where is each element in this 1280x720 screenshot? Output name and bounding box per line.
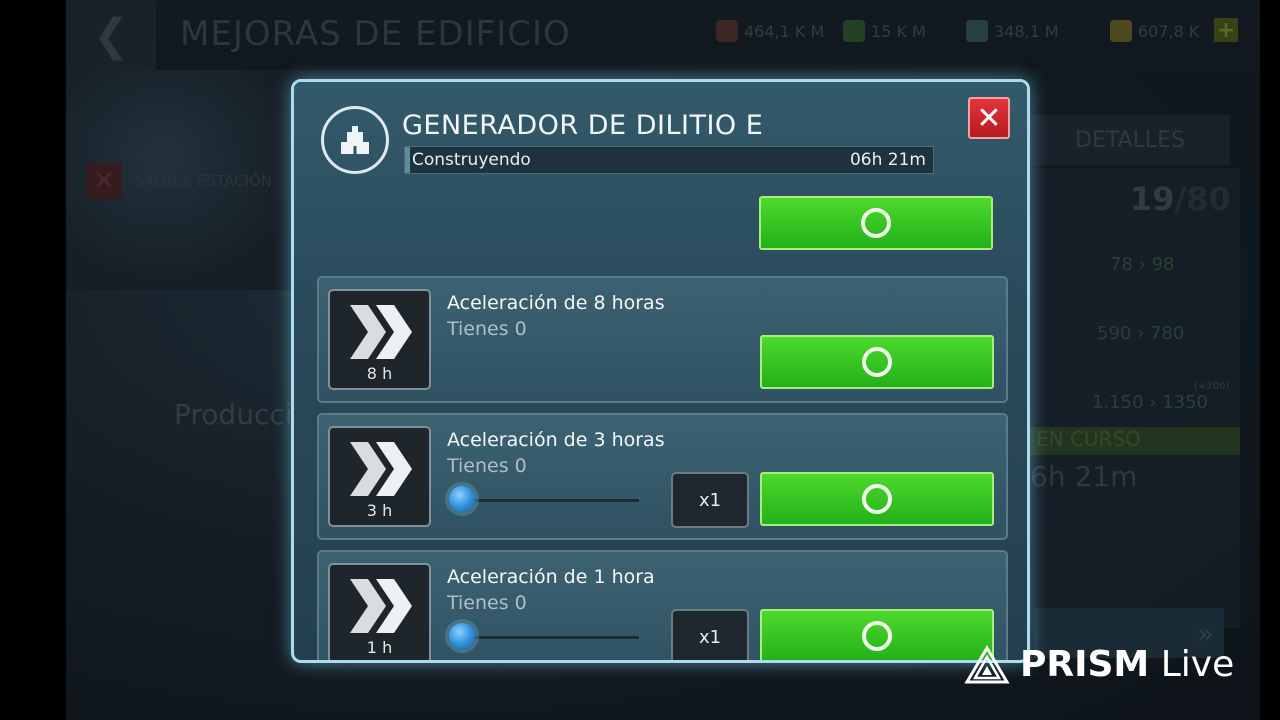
use-speedup-button[interactable] — [760, 335, 994, 389]
item-owned: Tienes 0 — [447, 318, 527, 340]
watermark-suffix: Live — [1160, 644, 1235, 685]
speedup-tile: 3 h — [328, 426, 431, 527]
tile-duration: 3 h — [366, 501, 393, 520]
item-owned: Tienes 0 — [447, 455, 527, 477]
build-progress-bar: Construyendo 06h 21m — [404, 146, 934, 174]
quantity-slider[interactable] — [447, 622, 639, 650]
slider-track — [459, 499, 639, 502]
speedup-tile: 8 h — [328, 289, 431, 390]
double-chevron-icon — [350, 442, 412, 496]
dialog-header: GENERADOR DE DILITIO E Construyendo 06h … — [294, 82, 1027, 268]
watermark-brand: PRISM — [1020, 644, 1150, 685]
speedup-dialog: GENERADOR DE DILITIO E Construyendo 06h … — [291, 79, 1030, 663]
building-icon — [321, 106, 389, 174]
list-item: 8 h Aceleración de 8 horas Tienes 0 — [317, 276, 1008, 403]
progress-label: Construyendo — [412, 150, 531, 170]
double-chevron-icon — [350, 305, 412, 359]
slider-track — [459, 636, 639, 639]
speedup-list: 8 h Aceleración de 8 horas Tienes 0 3 h … — [294, 268, 1027, 660]
item-name: Aceleración de 8 horas — [447, 292, 665, 314]
loading-ring-icon — [862, 484, 892, 514]
prism-live-watermark: PRISM Live — [964, 644, 1234, 685]
close-icon: ✕ — [976, 100, 1002, 136]
loading-ring-icon — [861, 208, 891, 238]
item-name: Aceleración de 3 horas — [447, 429, 665, 451]
close-button[interactable]: ✕ — [968, 97, 1010, 139]
use-speedup-button[interactable] — [760, 609, 994, 660]
list-item: 3 h Aceleración de 3 horas Tienes 0 x1 — [317, 413, 1008, 540]
loading-ring-icon — [862, 347, 892, 377]
slider-handle[interactable] — [449, 623, 475, 649]
list-item: 1 h Aceleración de 1 hora Tienes 0 x1 — [317, 550, 1008, 660]
remaining-time: 06h 21m — [849, 150, 926, 170]
dialog-title: GENERADOR DE DILITIO E — [402, 110, 764, 141]
tile-duration: 1 h — [366, 638, 393, 657]
quantity-display[interactable]: x1 — [671, 472, 749, 528]
instant-complete-button[interactable] — [759, 196, 993, 250]
item-owned: Tienes 0 — [447, 592, 527, 614]
quantity-display[interactable]: x1 — [671, 609, 749, 660]
double-chevron-icon — [350, 579, 412, 633]
quantity-slider[interactable] — [447, 485, 639, 513]
tile-duration: 8 h — [366, 364, 393, 383]
slider-handle[interactable] — [449, 486, 475, 512]
item-name: Aceleración de 1 hora — [447, 566, 655, 588]
speedup-tile: 1 h — [328, 563, 431, 660]
prism-logo-icon — [964, 644, 1010, 683]
loading-ring-icon — [862, 621, 892, 651]
progress-fill — [405, 147, 411, 173]
use-speedup-button[interactable] — [760, 472, 994, 526]
